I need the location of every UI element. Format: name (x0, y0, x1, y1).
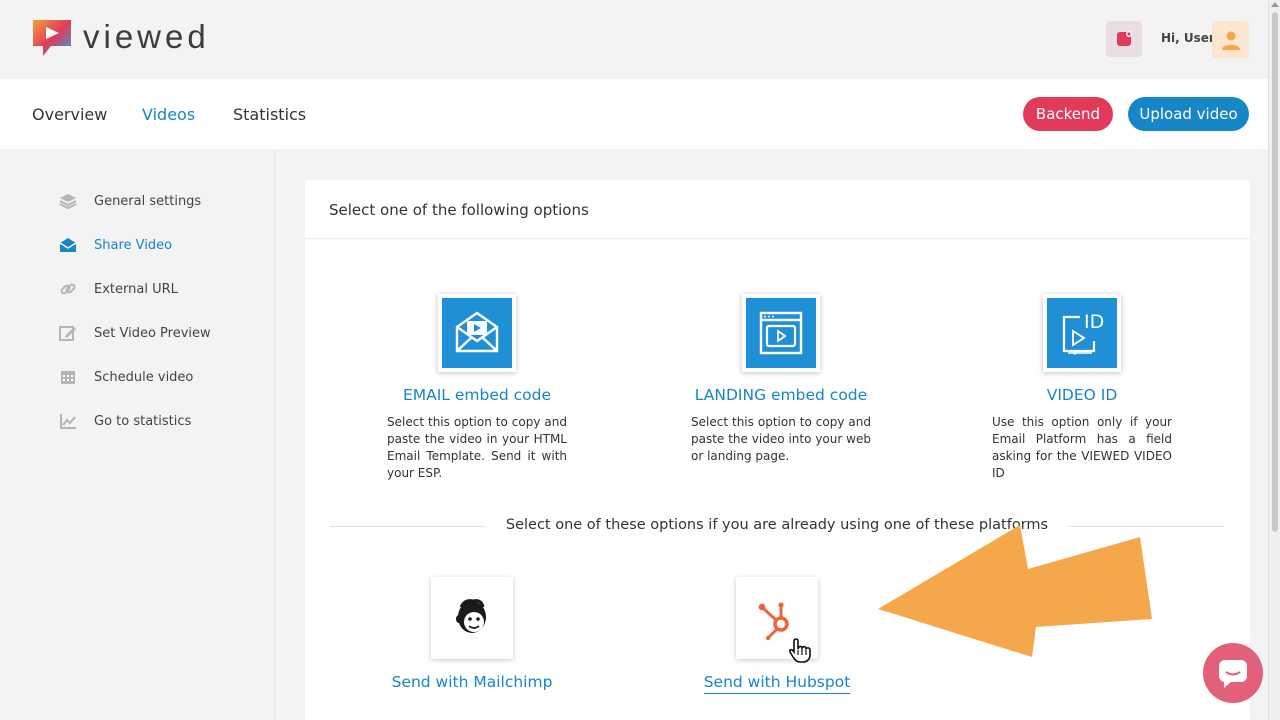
sidebar: General settings Share Video External UR… (30, 149, 275, 720)
backend-button[interactable]: Backend (1023, 97, 1113, 131)
bell-icon (1117, 31, 1132, 46)
logo-mark-icon (33, 20, 71, 56)
chart-icon (58, 411, 78, 431)
sidebar-item-label: Set Video Preview (94, 325, 211, 341)
option-email-embed[interactable]: EMAIL embed code Select this option to c… (387, 294, 567, 482)
option-description: Select this option to copy and paste the… (387, 415, 567, 480)
brand-name: viewed (83, 18, 210, 55)
option-landing-embed[interactable]: LANDING embed code Select this option to… (691, 294, 871, 465)
sidebar-item-schedule-video[interactable]: Schedule video (58, 367, 193, 387)
sidebar-item-label: External URL (94, 281, 178, 297)
hubspot-icon (736, 577, 818, 663)
sidebar-item-set-video-preview[interactable]: Set Video Preview (58, 323, 211, 343)
avatar[interactable] (1212, 21, 1249, 58)
notification-button[interactable] (1106, 21, 1142, 57)
video-id-icon: ID (1043, 294, 1121, 372)
browser-video-icon (742, 294, 820, 372)
option-icon-text: ID (1084, 311, 1104, 333)
sidebar-item-label: Schedule video (94, 369, 194, 385)
calendar-icon (58, 367, 78, 387)
user-greeting: Hi, User (1161, 31, 1215, 45)
sidebar-item-go-to-statistics[interactable]: Go to statistics (58, 411, 191, 431)
option-title: LANDING embed code (694, 386, 868, 404)
sidebar-item-label: Go to statistics (94, 413, 192, 429)
scroll-up-icon[interactable] (1271, 2, 1279, 7)
platform-hubspot[interactable]: Send with Hubspot (687, 577, 867, 694)
user-icon (1221, 31, 1240, 50)
card-header: Select one of the following options (305, 180, 1250, 239)
sidebar-item-label: Share Video (94, 237, 173, 253)
option-title: EMAIL embed code (402, 386, 552, 404)
envelope-icon (58, 235, 78, 255)
mailchimp-icon (431, 577, 513, 659)
email-video-icon (438, 294, 516, 372)
option-title: VIDEO ID (1046, 386, 1118, 404)
option-description: Use this option only if your Email Platf… (992, 415, 1172, 480)
layers-icon (58, 191, 78, 211)
sidebar-item-label: General settings (94, 193, 202, 209)
hand-cursor-icon (788, 638, 811, 663)
tab-videos[interactable]: Videos (142, 105, 195, 124)
sidebar-item-external-url[interactable]: External URL (58, 279, 178, 299)
sidebar-item-general-settings[interactable]: General settings (58, 191, 201, 211)
platform-title: Send with Hubspot (703, 673, 851, 694)
link-icon (58, 279, 78, 299)
annotation-arrow-icon (878, 525, 1152, 657)
tab-overview[interactable]: Overview (32, 105, 107, 124)
edit-icon (58, 323, 78, 343)
option-description: Select this option to copy and paste the… (691, 415, 871, 463)
page-scrollbar[interactable] (1268, 0, 1280, 720)
upload-video-button[interactable]: Upload video (1128, 97, 1249, 131)
viewed-logo[interactable]: viewed (29, 16, 210, 58)
chat-icon (1219, 660, 1247, 688)
card-title: Select one of the following options (329, 201, 589, 219)
tab-statistics[interactable]: Statistics (233, 105, 306, 124)
chat-widget-button[interactable] (1203, 643, 1263, 703)
platform-mailchimp[interactable]: Send with Mailchimp (382, 577, 562, 691)
option-video-id[interactable]: ID VIDEO ID Use this option only if your… (992, 294, 1172, 482)
platform-title: Send with Mailchimp (391, 673, 553, 691)
top-bar: viewed Hi, User (0, 0, 1268, 79)
scroll-thumb[interactable] (1272, 12, 1278, 532)
sidebar-item-share-video[interactable]: Share Video (58, 235, 172, 255)
main-nav: Overview Videos Statistics Backend Uploa… (0, 79, 1268, 149)
